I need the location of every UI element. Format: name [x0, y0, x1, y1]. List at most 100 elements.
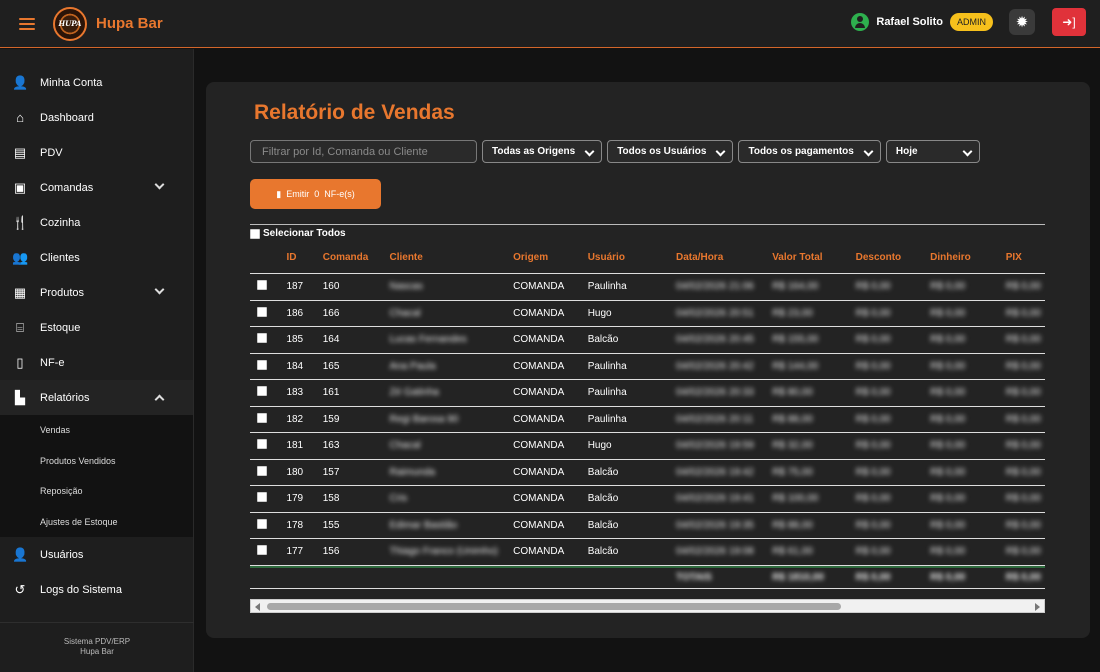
- row-checkbox[interactable]: [257, 386, 267, 397]
- cell-dinheiro: R$ 0,00: [930, 387, 966, 399]
- cell-cliente: Lucas Fernandes: [389, 334, 467, 346]
- footer-system-name: Sistema PDV/ERP: [63, 637, 131, 646]
- sidebar-item-estoque[interactable]: ⌸ Estoque: [0, 310, 193, 345]
- table-row[interactable]: 177 156 Thiago Franco (Unimho) COMANDA Balcã…: [250, 539, 1045, 566]
- row-checkbox[interactable]: [257, 492, 267, 503]
- horizontal-scrollbar[interactable]: [250, 599, 1045, 613]
- row-checkbox[interactable]: [257, 465, 267, 476]
- sidebar-item-comandas[interactable]: ▣ Comandas: [0, 170, 193, 205]
- cell-comanda: 166: [322, 307, 340, 319]
- cell-data-hora: 04/02/2026 19:59: [676, 440, 754, 452]
- scroll-left-icon[interactable]: [255, 603, 260, 611]
- submenu-item-ajustes-estoque[interactable]: Ajustes de Estoque: [0, 507, 193, 538]
- table-row[interactable]: 178 155 Edimar Bastião COMANDA Balcão 04/02/2…: [250, 513, 1045, 539]
- table-row[interactable]: 187 160 Nascas COMANDA Paulinha 04/02/2026 21…: [250, 274, 1045, 301]
- emit-count: 0: [314, 189, 320, 199]
- sidebar-item-cozinha[interactable]: 🍴 Cozinha: [0, 205, 193, 240]
- sidebar-item-label: Minha Conta: [40, 76, 103, 89]
- column-header-desconto[interactable]: Desconto: [856, 252, 931, 263]
- row-checkbox[interactable]: [257, 280, 267, 291]
- cell-origem: COMANDA: [513, 440, 565, 452]
- period-select[interactable]: Hoje: [885, 140, 980, 163]
- cell-desconto: R$ 0,00: [855, 413, 891, 425]
- logout-button[interactable]: ➜]: [1052, 8, 1086, 36]
- cell-desconto: R$ 0,00: [855, 307, 891, 319]
- row-checkbox[interactable]: [257, 333, 267, 344]
- sidebar-item-logs[interactable]: ↺ Logs do Sistema: [0, 572, 193, 607]
- cell-data-hora: 04/02/2026 19:41: [676, 493, 754, 505]
- sidebar-item-nfe[interactable]: ▯ NF-e: [0, 345, 193, 380]
- cell-desconto: R$ 0,00: [855, 387, 891, 399]
- scroll-right-icon[interactable]: [1035, 603, 1040, 611]
- brand-logo[interactable]: HUPA: [53, 6, 87, 41]
- select-all-checkbox[interactable]: [250, 228, 260, 239]
- logout-icon: ➜]: [1062, 15, 1076, 29]
- brand-name[interactable]: Hupa Bar: [96, 15, 163, 32]
- origin-select[interactable]: Todas as Origens: [482, 140, 603, 163]
- table-row[interactable]: 182 159 Regi Barosa 90 COMANDA Paulinha 04/02…: [250, 407, 1045, 433]
- sidebar-item-clientes[interactable]: 👥 Clientes: [0, 240, 193, 275]
- submenu-item-reposicao[interactable]: Reposição: [0, 476, 193, 507]
- sidebar-item-label: Produtos: [40, 286, 85, 299]
- cell-dinheiro: R$ 0,00: [930, 360, 966, 372]
- row-checkbox[interactable]: [257, 412, 267, 423]
- sidebar-item-produtos[interactable]: ▦ Produtos: [0, 275, 193, 310]
- warehouse-icon: ⌸: [16, 319, 24, 335]
- user-icon: 👤: [12, 74, 29, 90]
- sidebar-item-relatorios[interactable]: ▙ Relatórios: [0, 380, 193, 415]
- row-checkbox[interactable]: [257, 359, 267, 370]
- row-checkbox[interactable]: [257, 518, 267, 529]
- cell-comanda: 161: [322, 387, 340, 399]
- cell-data-hora: 04/02/2026 20:33: [676, 387, 754, 399]
- sidebar-item-label: Comandas: [40, 181, 94, 194]
- submenu-item-produtos-vendidos[interactable]: Produtos Vendidos: [0, 446, 193, 477]
- submenu-item-vendas[interactable]: Vendas: [0, 415, 193, 446]
- column-header-comanda[interactable]: Comanda: [323, 252, 390, 263]
- table-row[interactable]: 184 165 Ana Paula COMANDA Paulinha 04/02/2026…: [250, 354, 1045, 380]
- cell-valor-total: R$ 75,00: [772, 466, 813, 478]
- emit-nfe-button[interactable]: ▮ Emitir 0 NF-e(s): [250, 179, 381, 209]
- cell-desconto: R$ 0,00: [855, 493, 891, 505]
- row-checkbox[interactable]: [257, 545, 267, 556]
- scroll-thumb[interactable]: [267, 603, 841, 610]
- role-badge: ADMIN: [950, 13, 993, 31]
- table-row[interactable]: 185 164 Lucas Fernandes COMANDA Balcão 04/02/…: [250, 327, 1045, 354]
- user-select[interactable]: Todos os Usuários: [607, 140, 734, 163]
- search-input[interactable]: [250, 140, 477, 163]
- cell-cliente: Chacal: [389, 440, 421, 452]
- column-header-pix[interactable]: PIX: [1006, 252, 1045, 263]
- payment-select[interactable]: Todos os pagamentos: [738, 140, 881, 163]
- user-name[interactable]: Rafael Solito: [876, 16, 943, 28]
- history-icon: ↺: [14, 581, 26, 597]
- sidebar: 👤 Minha Conta ⌂ Dashboard ▤ PDV ▣ Comand…: [0, 49, 194, 672]
- table-row[interactable]: 181 163 Chacal COMANDA Hugo 04/02/2026 19:59 R…: [250, 433, 1045, 460]
- cell-valor-total: R$ 88,00: [772, 413, 813, 425]
- row-checkbox[interactable]: [257, 439, 267, 450]
- sidebar-item-pdv[interactable]: ▤ PDV: [0, 135, 193, 170]
- cell-dinheiro: R$ 0,00: [930, 334, 966, 346]
- column-header-origem[interactable]: Origem: [513, 252, 588, 263]
- cell-data-hora: 04/02/2026 20:11: [676, 413, 754, 425]
- sidebar-item-minha-conta[interactable]: 👤 Minha Conta: [0, 65, 193, 100]
- table-row[interactable]: 179 158 Cris COMANDA Balcão 04/02/2026 19:41 R…: [250, 486, 1045, 513]
- table-row[interactable]: 183 161 Zé Gatinha COMANDA Paulinha 04/02/202…: [250, 380, 1045, 407]
- theme-toggle-button[interactable]: ✹: [1009, 9, 1035, 35]
- cell-valor-total: R$ 144,00: [772, 360, 819, 372]
- sidebar-item-usuarios[interactable]: 👤 Usuários: [0, 537, 193, 572]
- column-header-dinheiro[interactable]: Dinheiro: [930, 252, 1006, 263]
- menu-toggle-icon[interactable]: [19, 17, 35, 30]
- column-header-cliente[interactable]: Cliente: [389, 242, 513, 273]
- cell-id: 183: [286, 387, 304, 399]
- column-header-valor-total[interactable]: Valor Total: [772, 252, 855, 263]
- sidebar-footer: Sistema PDV/ERP Hupa Bar: [0, 622, 194, 672]
- column-header-data-hora[interactable]: Data/Hora: [676, 252, 772, 263]
- select-all[interactable]: Selecionar Todos: [250, 228, 346, 239]
- sidebar-item-dashboard[interactable]: ⌂ Dashboard: [0, 100, 193, 135]
- table-row[interactable]: 180 157 Raimunda COMANDA Balcão 04/02/2026 19…: [250, 460, 1045, 486]
- column-header-usuario[interactable]: Usuário: [588, 252, 676, 263]
- table-row[interactable]: 186 166 Chacal COMANDA Hugo 04/02/2026 20:51 R…: [250, 301, 1045, 327]
- row-checkbox[interactable]: [257, 306, 267, 317]
- column-header-id[interactable]: ID: [286, 252, 322, 263]
- chevron-up-icon: [154, 394, 165, 405]
- cell-usuario: Paulinha: [587, 281, 627, 293]
